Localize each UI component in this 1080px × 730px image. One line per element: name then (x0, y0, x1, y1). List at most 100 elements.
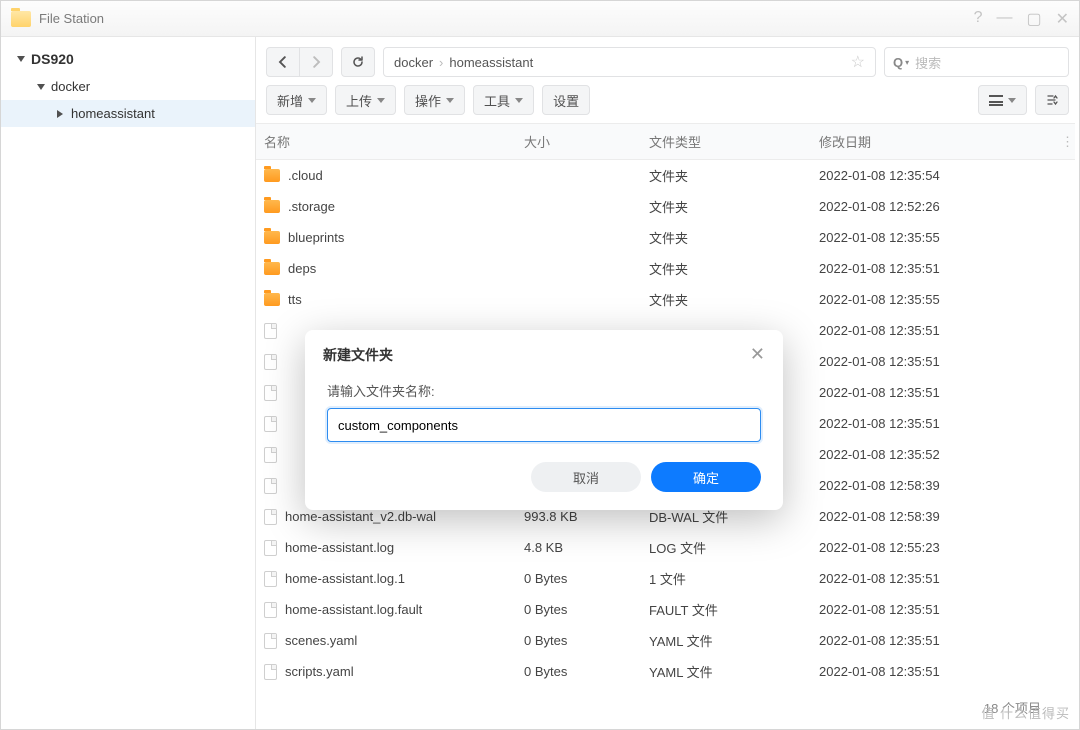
chevron-down-icon (446, 98, 454, 103)
file-modified: 2022-01-08 12:35:51 (811, 563, 1053, 594)
favorite-star-icon[interactable]: ☆ (851, 52, 865, 72)
breadcrumb-part[interactable]: homeassistant (449, 55, 533, 70)
file-name: home-assistant.log (285, 540, 394, 555)
folder-icon (264, 262, 280, 275)
sidebar-root[interactable]: DS920 (1, 45, 255, 73)
search-box[interactable]: Q ▾ 搜索 (884, 47, 1069, 77)
table-row[interactable]: scenes.yaml0 BytesYAML 文件2022-01-08 12:3… (256, 625, 1075, 656)
col-size[interactable]: 大小 (516, 124, 641, 160)
folder-icon (264, 293, 280, 306)
file-name: tts (288, 292, 302, 307)
action-button[interactable]: 操作 (404, 85, 465, 115)
file-modified: 2022-01-08 12:35:54 (811, 160, 1053, 192)
file-modified: 2022-01-08 12:58:39 (811, 470, 1053, 501)
file-icon (264, 447, 277, 463)
file-size (516, 191, 641, 222)
table-row[interactable]: .cloud 文件夹2022-01-08 12:35:54 (256, 160, 1075, 192)
file-type: 文件夹 (641, 160, 811, 192)
toolbar: docker › homeassistant ☆ Q ▾ 搜索 新增 上传 操作 (256, 37, 1079, 115)
folder-icon (264, 200, 280, 213)
back-button[interactable] (266, 47, 300, 77)
dialog-close-icon[interactable]: ✕ (750, 344, 765, 365)
file-modified: 2022-01-08 12:35:51 (811, 594, 1053, 625)
view-mode-button[interactable] (978, 85, 1027, 115)
file-name: blueprints (288, 230, 344, 245)
table-row[interactable]: deps文件夹2022-01-08 12:35:51 (256, 253, 1075, 284)
folder-name-input[interactable] (327, 408, 761, 442)
chevron-down-icon (37, 84, 45, 90)
cancel-button[interactable]: 取消 (531, 462, 641, 492)
sort-button[interactable] (1035, 85, 1069, 115)
forward-button[interactable] (299, 47, 333, 77)
col-name[interactable]: 名称 (256, 124, 516, 160)
chevron-down-icon: ▾ (905, 58, 909, 67)
sidebar-item-homeassistant[interactable]: homeassistant (1, 100, 255, 127)
dialog-title: 新建文件夹 (323, 345, 750, 365)
file-size: 0 Bytes (516, 563, 641, 594)
sidebar-item-label: docker (51, 79, 90, 94)
file-modified: 2022-01-08 12:35:51 (811, 315, 1053, 346)
breadcrumb-separator-icon: › (439, 55, 443, 70)
folder-icon (264, 169, 280, 182)
file-size: 0 Bytes (516, 594, 641, 625)
upload-button[interactable]: 上传 (335, 85, 396, 115)
col-menu-icon[interactable]: ⋮ (1053, 124, 1075, 160)
file-icon (264, 385, 277, 401)
sidebar-item-docker[interactable]: docker (1, 73, 255, 100)
folder-icon (264, 231, 280, 244)
file-icon (264, 478, 277, 494)
chevron-right-icon (57, 110, 63, 118)
col-modified[interactable]: 修改日期 (811, 124, 1053, 160)
file-icon (264, 664, 277, 680)
file-name: scripts.yaml (285, 664, 354, 679)
table-row[interactable]: blueprints文件夹2022-01-08 12:35:55 (256, 222, 1075, 253)
app-title: File Station (39, 11, 974, 26)
table-row[interactable]: home-assistant.log4.8 KBLOG 文件2022-01-08… (256, 532, 1075, 563)
file-modified: 2022-01-08 12:35:51 (811, 656, 1053, 687)
file-modified: 2022-01-08 12:35:51 (811, 253, 1053, 284)
file-size: 0 Bytes (516, 656, 641, 687)
file-name: .storage (288, 199, 335, 214)
list-view-icon (989, 95, 1003, 106)
ok-button[interactable]: 确定 (651, 462, 761, 492)
file-modified: 2022-01-08 12:58:39 (811, 501, 1053, 532)
file-type: FAULT 文件 (641, 594, 811, 625)
file-size: 4.8 KB (516, 532, 641, 563)
file-icon (264, 540, 277, 556)
new-button[interactable]: 新增 (266, 85, 327, 115)
file-size (516, 284, 641, 315)
file-icon (264, 633, 277, 649)
file-type: 文件夹 (641, 222, 811, 253)
maximize-icon[interactable]: ▢ (1026, 9, 1041, 29)
refresh-icon (352, 56, 364, 68)
file-name: deps (288, 261, 316, 276)
refresh-button[interactable] (341, 47, 375, 77)
sidebar-root-label: DS920 (31, 51, 74, 67)
help-icon[interactable]: ? (974, 9, 983, 29)
table-row[interactable]: .storage 文件夹2022-01-08 12:52:26 (256, 191, 1075, 222)
chevron-down-icon (1008, 98, 1016, 103)
file-name: scenes.yaml (285, 633, 357, 648)
file-icon (264, 416, 277, 432)
tools-button[interactable]: 工具 (473, 85, 534, 115)
file-type: 文件夹 (641, 191, 811, 222)
dialog-label: 请输入文件夹名称: (327, 381, 761, 400)
file-modified: 2022-01-08 12:52:26 (811, 191, 1053, 222)
chevron-left-icon (277, 56, 289, 68)
file-size (516, 253, 641, 284)
file-size (516, 222, 641, 253)
file-name: home-assistant_v2.db-wal (285, 509, 436, 524)
table-row[interactable]: scripts.yaml0 BytesYAML 文件2022-01-08 12:… (256, 656, 1075, 687)
file-size (516, 160, 641, 192)
table-row[interactable]: home-assistant.log.fault0 BytesFAULT 文件2… (256, 594, 1075, 625)
settings-button[interactable]: 设置 (542, 85, 590, 115)
col-type[interactable]: 文件类型 (641, 124, 811, 160)
minimize-icon[interactable]: — (996, 9, 1012, 29)
table-row[interactable]: tts文件夹2022-01-08 12:35:55 (256, 284, 1075, 315)
file-name: .cloud (288, 168, 323, 183)
breadcrumb[interactable]: docker › homeassistant ☆ (383, 47, 876, 77)
table-row[interactable]: home-assistant.log.10 Bytes1 文件2022-01-0… (256, 563, 1075, 594)
breadcrumb-part[interactable]: docker (394, 55, 433, 70)
nav-group (266, 47, 333, 77)
close-icon[interactable]: ✕ (1056, 9, 1069, 29)
